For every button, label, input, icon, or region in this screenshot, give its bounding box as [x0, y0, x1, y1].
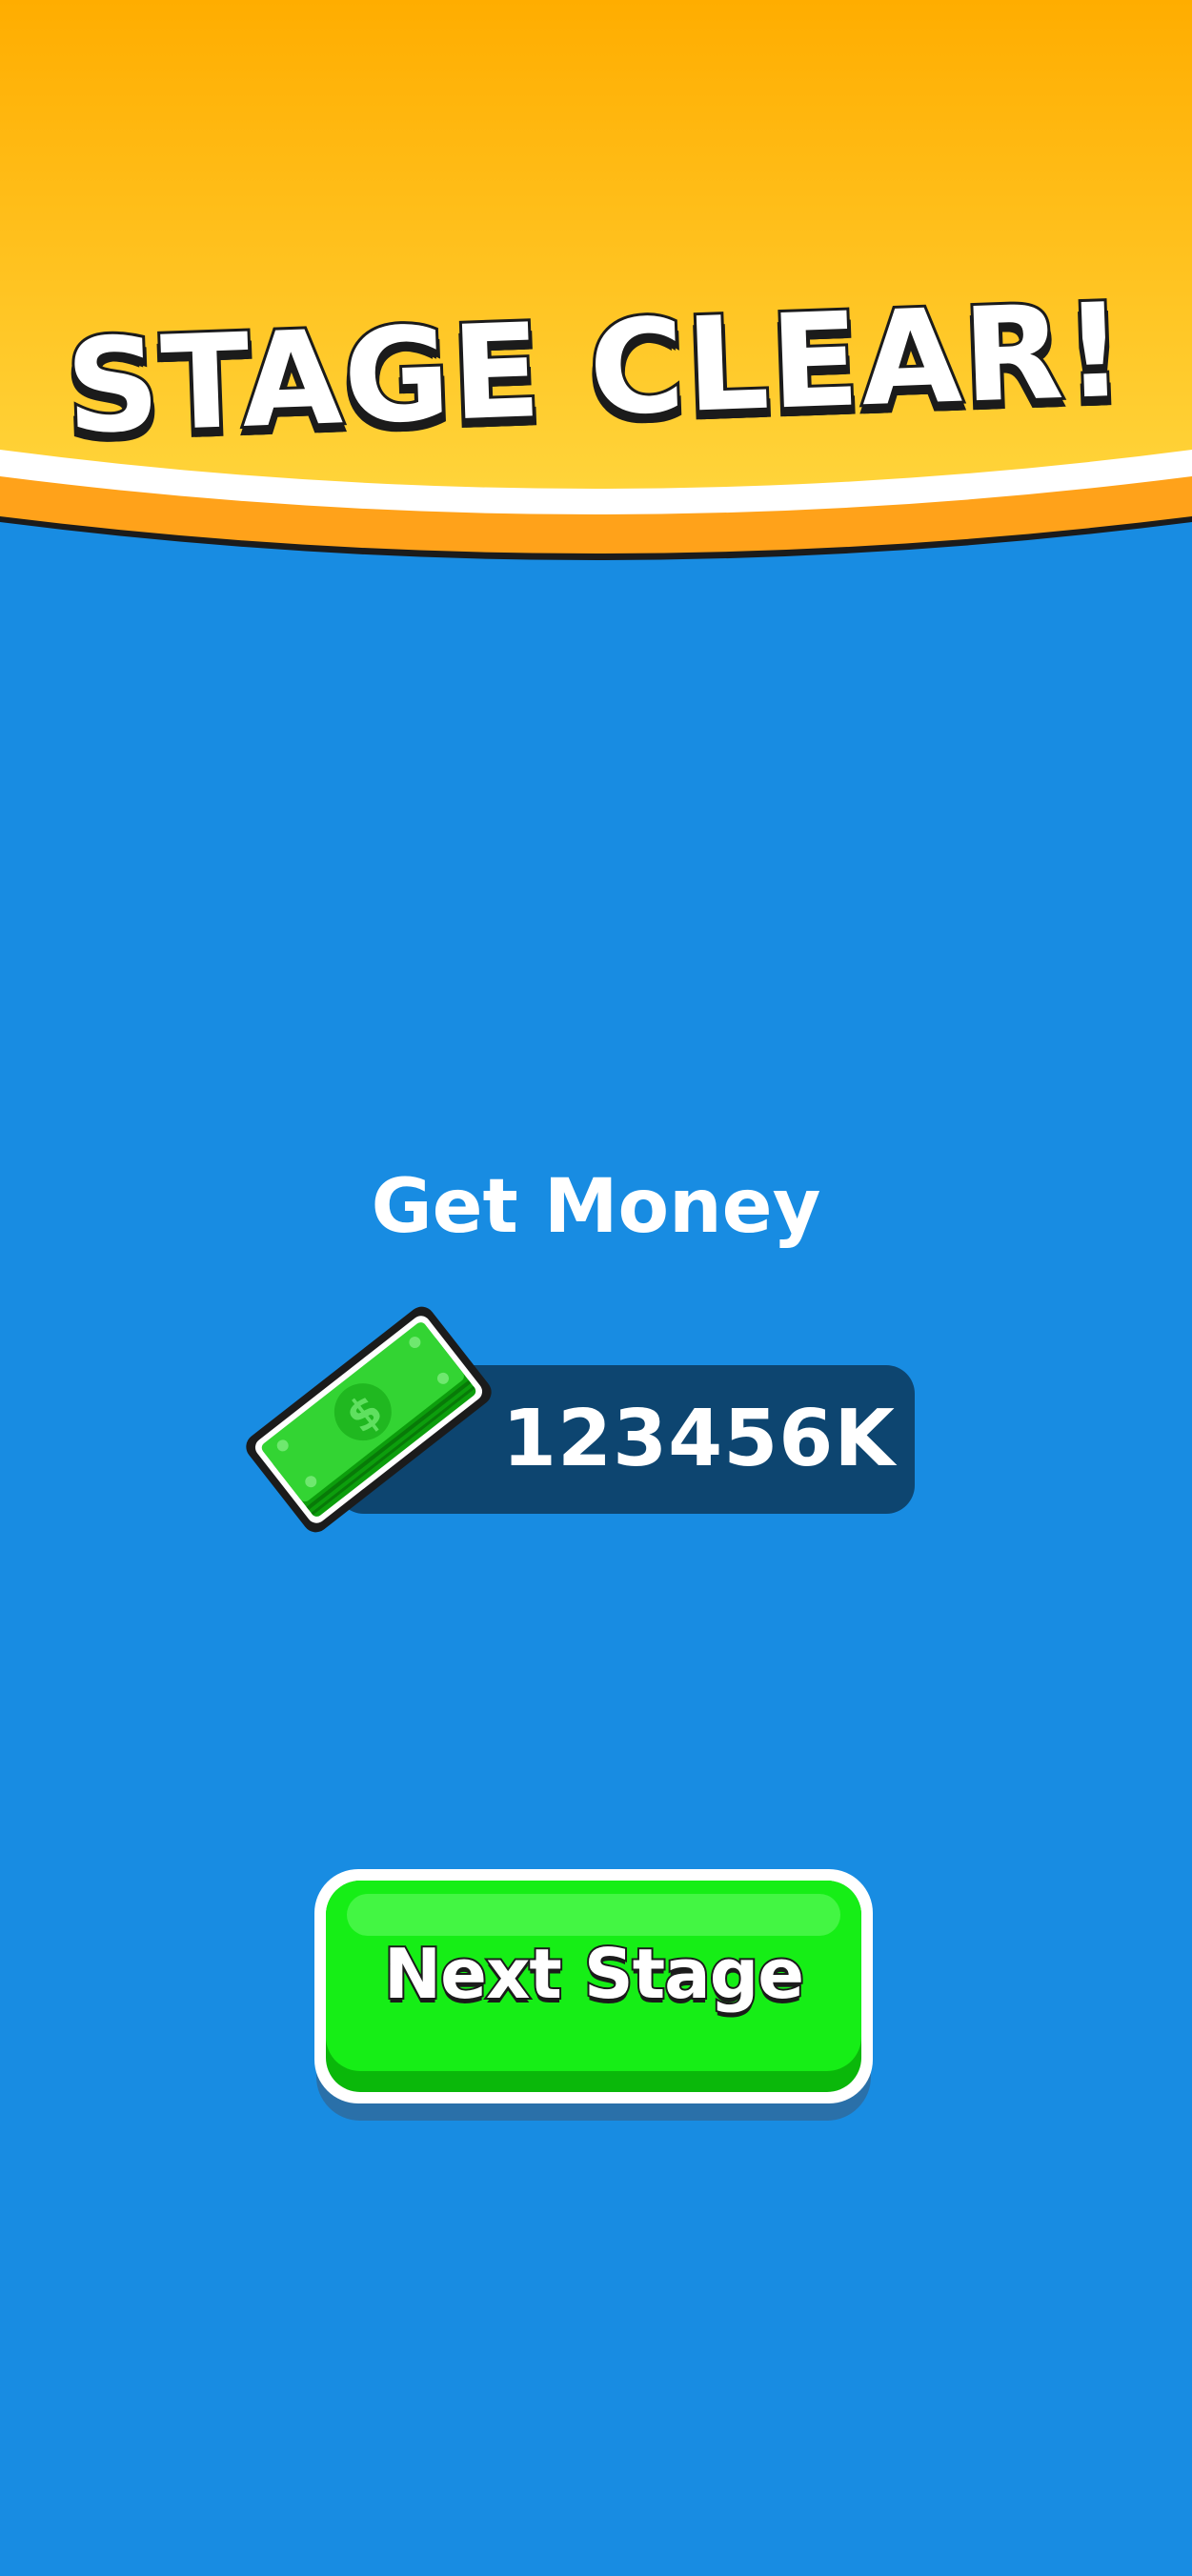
- reward-label: Get Money: [371, 1164, 821, 1250]
- money-amount: 123456K: [502, 1394, 896, 1484]
- stage-clear-screen: STAGE CLEAR! Get Money 123456K $ Next St…: [0, 0, 1192, 2576]
- next-stage-button[interactable]: Next Stage: [314, 1869, 873, 2121]
- next-stage-label: Next Stage: [382, 1932, 806, 2016]
- stage-clear-title: STAGE CLEAR!: [61, 273, 1132, 467]
- money-bill-icon: $: [240, 1296, 497, 1543]
